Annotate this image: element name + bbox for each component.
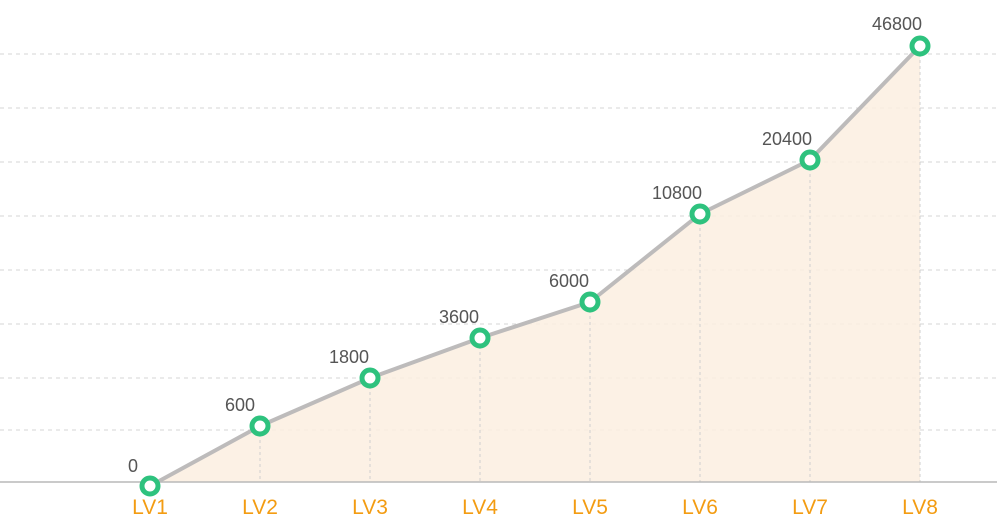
tick-label-lv4: LV4: [462, 496, 498, 516]
tick-label-lv8: LV8: [902, 496, 938, 516]
tick-label-lv6: LV6: [682, 496, 718, 516]
data-label-lv5: 6000: [549, 271, 589, 291]
x-axis-tick-labels: LV1 LV2 LV3 LV4 LV5 LV6 LV7 LV8: [132, 496, 938, 516]
data-point-lv8: [909, 35, 931, 57]
tick-label-lv7: LV7: [792, 496, 828, 516]
data-point-lv2: [249, 415, 271, 437]
data-label-lv4: 3600: [439, 307, 479, 327]
data-label-lv6: 10800: [652, 183, 702, 203]
tick-label-lv3: LV3: [352, 496, 388, 516]
data-point-lv6: [689, 203, 711, 225]
data-point-lv5: [579, 291, 601, 313]
level-line-chart: 0600180036006000108002040046800 LV1 LV2 LV…: [0, 14, 997, 516]
data-point-lv7: [799, 149, 821, 171]
data-label-lv1: 0: [128, 456, 138, 476]
tick-label-lv2: LV2: [242, 496, 278, 516]
data-label-lv2: 600: [225, 395, 255, 415]
tick-label-lv1: LV1: [132, 496, 168, 516]
data-point-lv4: [469, 327, 491, 349]
data-label-lv3: 1800: [329, 347, 369, 367]
tick-label-lv5: LV5: [572, 496, 608, 516]
data-point-lv3: [359, 367, 381, 389]
data-label-lv8: 46800: [872, 14, 922, 34]
data-label-lv7: 20400: [762, 129, 812, 149]
data-point-lv1: [139, 475, 161, 497]
